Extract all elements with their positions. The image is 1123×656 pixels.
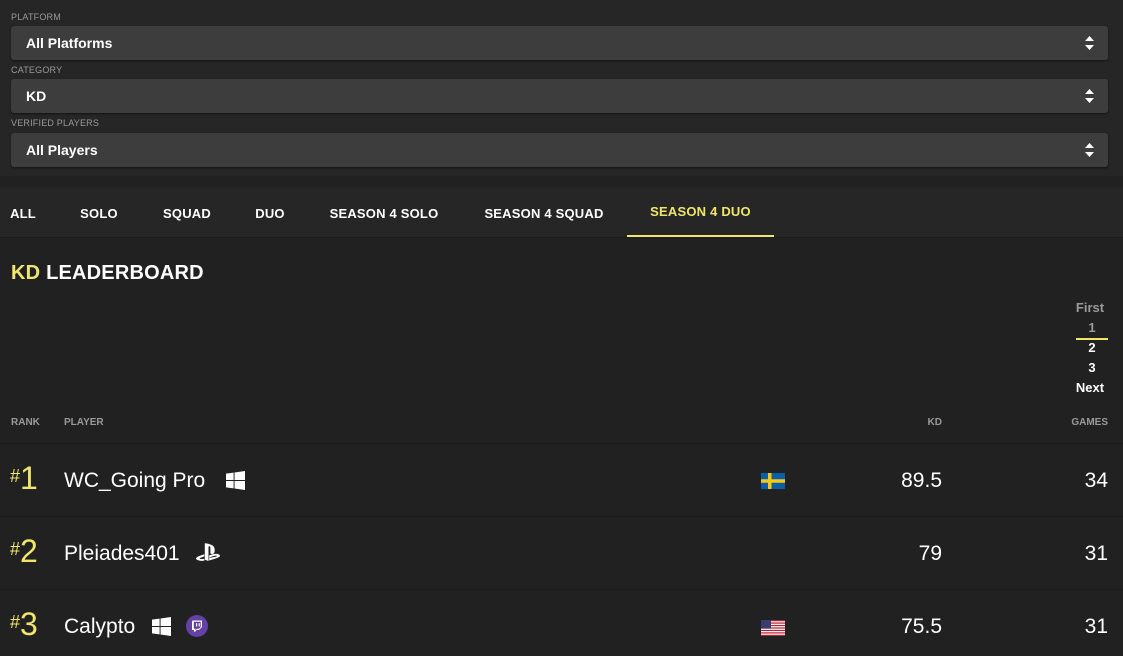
table-row[interactable]: #2 Pleiades401 79 31 xyxy=(0,517,1123,590)
leaderboard-title-category: KD xyxy=(11,262,41,284)
header-games[interactable]: GAMES xyxy=(1071,417,1108,428)
windows-icon xyxy=(152,617,171,636)
tab-duo[interactable]: DUO xyxy=(240,188,300,238)
tab-solo[interactable]: SOLO xyxy=(66,188,132,238)
category-select[interactable]: KD xyxy=(11,79,1108,113)
row-rank: #3 xyxy=(10,606,38,642)
games-value: 31 xyxy=(1084,542,1108,565)
filters-panel: PLATFORM All Platforms CATEGORY KD VERIF… xyxy=(0,0,1123,176)
select-arrows-icon xyxy=(1085,89,1094,103)
playstation-icon xyxy=(196,543,220,561)
leaderboard-title-text: LEADERBOARD xyxy=(46,262,204,284)
select-arrows-icon xyxy=(1085,143,1094,157)
platform-label: PLATFORM xyxy=(11,12,61,22)
header-kd[interactable]: KD xyxy=(928,417,942,428)
table-row[interactable]: #3 Calypto 75.5 31 xyxy=(0,590,1123,656)
verified-select-value: All Players xyxy=(26,142,98,158)
games-value: 31 xyxy=(1084,615,1108,638)
table-header: RANK PLAYER KD GAMES xyxy=(0,408,1123,444)
platform-select-value: All Platforms xyxy=(26,35,113,51)
player-name[interactable]: Calypto xyxy=(64,615,135,639)
mode-tabs: ALL SOLO SQUAD DUO SEASON 4 SOLO SEASON … xyxy=(0,188,1123,238)
sweden-flag-icon xyxy=(761,473,785,489)
row-rank: #2 xyxy=(10,533,38,569)
header-player: PLAYER xyxy=(64,417,104,428)
kd-value: 75.5 xyxy=(901,615,942,638)
kd-value: 89.5 xyxy=(901,469,942,492)
pager-first[interactable]: First xyxy=(1074,300,1106,320)
tab-all[interactable]: ALL xyxy=(0,188,46,238)
player-name[interactable]: Pleiades401 xyxy=(64,542,180,566)
verified-select[interactable]: All Players xyxy=(11,133,1108,167)
table-row[interactable]: #1 WC_Going Pro 89.5 34 xyxy=(0,444,1123,517)
pager-page-1[interactable]: 1 xyxy=(1076,320,1108,340)
row-rank: #1 xyxy=(10,460,38,496)
kd-value: 79 xyxy=(918,542,942,565)
header-rank: RANK xyxy=(11,417,40,428)
windows-icon xyxy=(226,471,245,490)
platform-select[interactable]: All Platforms xyxy=(11,26,1108,60)
tab-squad[interactable]: SQUAD xyxy=(150,188,224,238)
twitch-icon[interactable] xyxy=(186,615,208,637)
tab-season4-squad[interactable]: SEASON 4 SQUAD xyxy=(470,188,618,238)
usa-flag-icon xyxy=(761,620,785,636)
pager-next[interactable]: Next xyxy=(1074,380,1106,400)
select-arrows-icon xyxy=(1085,36,1094,50)
pager-page-2[interactable]: 2 xyxy=(1076,340,1108,360)
verified-label: VERIFIED PLAYERS xyxy=(11,118,100,128)
category-label: CATEGORY xyxy=(11,65,63,75)
pager-page-3[interactable]: 3 xyxy=(1076,360,1108,380)
player-name[interactable]: WC_Going Pro xyxy=(64,469,205,493)
leaderboard-title: KD LEADERBOARD xyxy=(11,262,204,285)
pagination: First 1 2 3 Next xyxy=(1076,300,1108,400)
games-value: 34 xyxy=(1084,469,1108,492)
tab-season4-solo[interactable]: SEASON 4 SOLO xyxy=(316,188,452,238)
tab-season4-duo[interactable]: SEASON 4 DUO xyxy=(627,188,774,237)
category-select-value: KD xyxy=(26,88,47,104)
